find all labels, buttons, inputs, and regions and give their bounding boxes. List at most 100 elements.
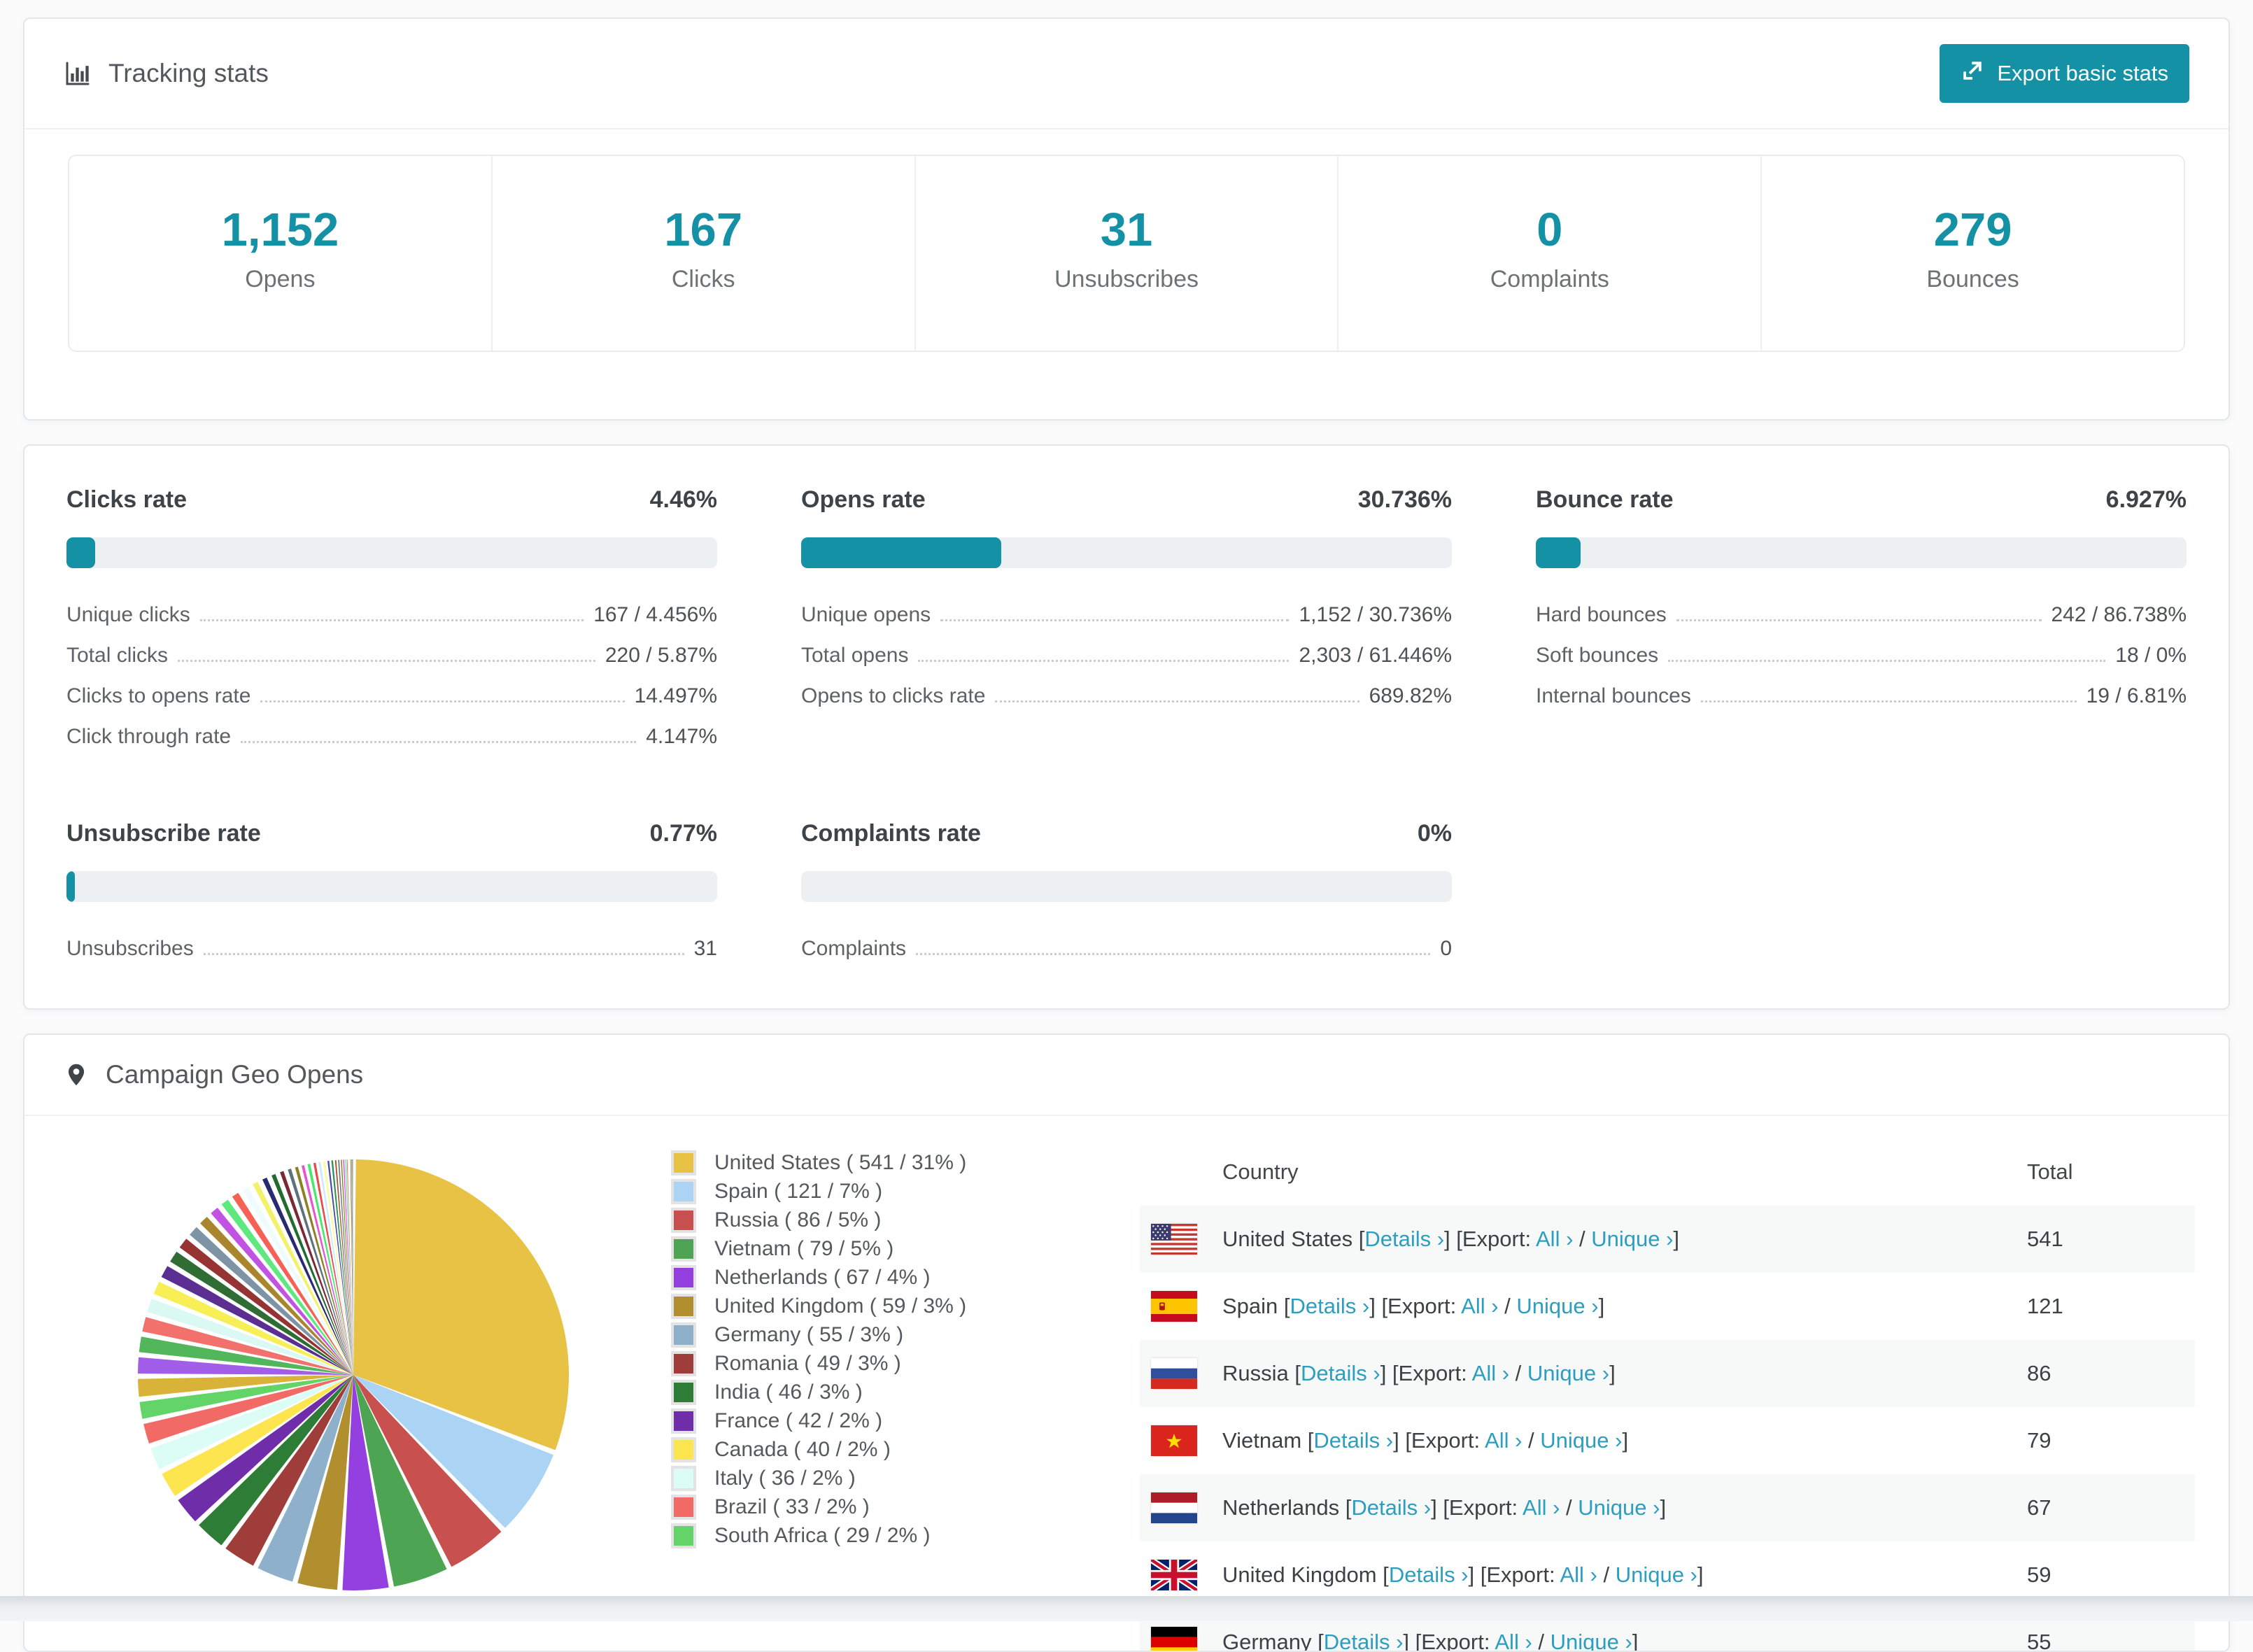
table-row: Vietnam [Details ›] [Export: All › / Uni… [1140, 1407, 2195, 1474]
details-link[interactable]: Details › [1364, 1227, 1444, 1251]
export-all-link[interactable]: All › [1485, 1428, 1522, 1453]
export-all-link[interactable]: All › [1560, 1562, 1597, 1587]
rate-row-label: Soft bounces [1536, 644, 1659, 667]
legend-item: Brazil ( 33 / 2% ) [671, 1492, 1130, 1521]
export-unique-link[interactable]: Unique › [1578, 1495, 1660, 1520]
pie-slice [334, 1159, 353, 1375]
legend-item: South Africa ( 29 / 2% ) [671, 1521, 1130, 1550]
legend-item: Germany ( 55 / 3% ) [671, 1320, 1130, 1349]
rate-row-value: 167 / 4.456% [593, 603, 717, 626]
details-link[interactable]: Details › [1313, 1428, 1393, 1453]
legend-item: Netherlands ( 67 / 4% ) [671, 1263, 1130, 1292]
country-total: 541 [2027, 1206, 2195, 1273]
page-title: Tracking stats [108, 59, 269, 87]
export-unique-link[interactable]: Unique › [1616, 1562, 1697, 1587]
dotted-leader [203, 953, 684, 955]
details-link[interactable]: Details › [1290, 1294, 1370, 1318]
rate-percent: 0.77% [649, 820, 717, 847]
legend-item: Canada ( 40 / 2% ) [671, 1435, 1130, 1464]
geo-pie-chart [129, 1151, 577, 1599]
geo-body: United States ( 541 / 31% ) Spain ( 121 … [24, 1116, 2229, 1651]
rate-row-value: 1,152 / 30.736% [1299, 603, 1452, 626]
stat-label: Bounces [1926, 266, 2019, 292]
stat-value: 279 [1933, 204, 2012, 256]
dotted-leader [1700, 700, 2077, 703]
geo-title: Campaign Geo Opens [106, 1060, 364, 1089]
dotted-leader [260, 700, 625, 703]
rate-row: Unique clicks 167 / 4.456% [66, 595, 717, 635]
rate-row: Opens to clicks rate 689.82% [801, 676, 1452, 716]
progress-track [801, 537, 1452, 568]
legend-color-swatch [671, 1150, 696, 1176]
legend-color-swatch [671, 1322, 696, 1348]
stats-strip: 1,152 Opens 167 Clicks 31 Unsubscribes 0… [68, 155, 2185, 352]
legend-item: Italy ( 36 / 2% ) [671, 1464, 1130, 1492]
rate-title: Opens rate [801, 486, 926, 513]
rate-panel: Clicks rate 4.46% Unique clicks 167 / 4.… [66, 474, 717, 757]
rate-row-value: 18 / 0% [2115, 644, 2187, 667]
export-unique-link[interactable]: Unique › [1591, 1227, 1673, 1251]
rate-panel: Unsubscribe rate 0.77% Unsubscribes 31 [66, 807, 717, 969]
rate-rows: Unique clicks 167 / 4.456% Total clicks … [66, 595, 717, 757]
geo-title-wrap: Campaign Geo Opens [64, 1060, 363, 1089]
rate-rows: Unsubscribes 31 [66, 929, 717, 969]
rate-row-value: 689.82% [1369, 684, 1452, 707]
rate-panel: Bounce rate 6.927% Hard bounces 242 / 86… [1536, 474, 2187, 757]
export-all-link[interactable]: All › [1472, 1361, 1509, 1385]
export-unique-link[interactable]: Unique › [1540, 1428, 1622, 1453]
country-flag-icon [1151, 1560, 1197, 1590]
rate-title: Bounce rate [1536, 486, 1674, 513]
rate-percent: 0% [1417, 820, 1452, 847]
rate-rows: Complaints 0 [801, 929, 1452, 969]
legend-color-swatch [671, 1236, 696, 1262]
rate-rows: Hard bounces 242 / 86.738% Soft bounces … [1536, 595, 2187, 716]
legend-color-swatch [671, 1207, 696, 1233]
country-cell-text: Germany [Details ›] [Export: All › / Uni… [1222, 1630, 1638, 1651]
export-unique-link[interactable]: Unique › [1516, 1294, 1598, 1318]
export-all-link[interactable]: All › [1461, 1294, 1498, 1318]
geo-header: Campaign Geo Opens [24, 1035, 2229, 1115]
country-cell-text: United States [Details ›] [Export: All ›… [1222, 1227, 1680, 1251]
legend-color-swatch [671, 1465, 696, 1491]
geo-table: Country Total United States [Details ›] … [1140, 1133, 2195, 1651]
rate-panel-header: Unsubscribe rate 0.77% [66, 820, 717, 847]
export-unique-link[interactable]: Unique › [1551, 1630, 1632, 1651]
column-header-country: Country [1222, 1159, 1299, 1184]
export-all-link[interactable]: All › [1523, 1495, 1560, 1520]
country-total: 86 [2027, 1340, 2195, 1407]
legend-item: France ( 42 / 2% ) [671, 1406, 1130, 1435]
rates-grid: Clicks rate 4.46% Unique clicks 167 / 4.… [24, 474, 2229, 969]
export-all-link[interactable]: All › [1536, 1227, 1573, 1251]
legend-color-swatch [671, 1408, 696, 1434]
rate-title: Complaints rate [801, 820, 981, 847]
details-link[interactable]: Details › [1389, 1562, 1469, 1587]
export-all-link[interactable]: All › [1495, 1630, 1532, 1651]
rate-row-value: 4.147% [646, 725, 717, 748]
progress-track [66, 537, 717, 568]
rate-row-label: Complaints [801, 937, 907, 960]
export-unique-link[interactable]: Unique › [1527, 1361, 1609, 1385]
rate-title: Clicks rate [66, 486, 187, 513]
legend-label: Vietnam ( 79 / 5% ) [714, 1236, 894, 1260]
rate-row-label: Unique clicks [66, 603, 190, 626]
stat-value: 167 [664, 204, 743, 256]
progress-fill [1536, 537, 1581, 568]
details-link[interactable]: Details › [1351, 1495, 1431, 1520]
legend-label: Canada ( 40 / 2% ) [714, 1437, 891, 1461]
table-row: Spain [Details ›] [Export: All › / Uniqu… [1140, 1273, 2195, 1340]
column-header-total: Total [2027, 1159, 2073, 1184]
export-basic-stats-button[interactable]: Export basic stats [1940, 44, 2189, 103]
rate-row-value: 0 [1440, 937, 1452, 960]
dotted-leader [918, 660, 1290, 662]
dotted-leader [241, 741, 637, 743]
country-flag-icon [1151, 1224, 1197, 1255]
rate-row: Total clicks 220 / 5.87% [66, 635, 717, 676]
rate-row: Click through rate 4.147% [66, 716, 717, 757]
details-link[interactable]: Details › [1324, 1630, 1404, 1651]
rate-row-value: 220 / 5.87% [605, 644, 717, 667]
stat-card: 0 Complaints [1337, 156, 1760, 351]
legend-label: Russia ( 86 / 5% ) [714, 1208, 882, 1231]
rate-row-value: 31 [693, 937, 717, 960]
legend-color-swatch [671, 1379, 696, 1405]
details-link[interactable]: Details › [1301, 1361, 1380, 1385]
